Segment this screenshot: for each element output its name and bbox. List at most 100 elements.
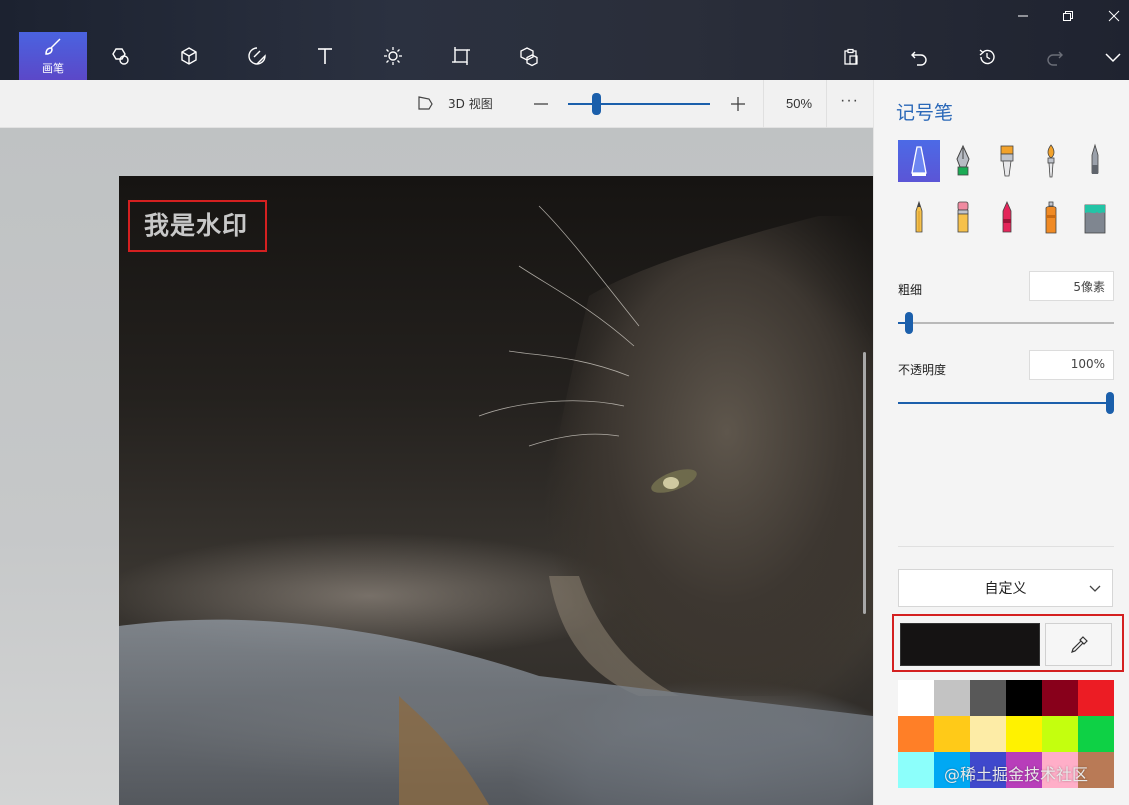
color-swatch[interactable]: [898, 716, 934, 752]
tool-brushes[interactable]: 画笔: [19, 32, 87, 80]
canvas-scrollbar[interactable]: [863, 352, 866, 614]
color-swatch[interactable]: [1078, 716, 1114, 752]
expand-menu-button[interactable]: [1099, 44, 1127, 70]
thickness-slider-thumb[interactable]: [904, 312, 913, 334]
watermark-text[interactable]: 我是水印: [144, 206, 248, 242]
color-swatch[interactable]: [1006, 716, 1042, 752]
paste-button[interactable]: [837, 44, 865, 70]
color-swatch[interactable]: [1042, 716, 1078, 752]
view-toolbar: 3D 视图 50% ···: [0, 80, 873, 128]
color-swatch[interactable]: [898, 752, 934, 788]
brush-pencil[interactable]: [898, 196, 940, 238]
watercolor-icon: [1047, 144, 1055, 178]
brush-oil[interactable]: [986, 140, 1028, 182]
color-swatch[interactable]: [1078, 680, 1114, 716]
thickness-input[interactable]: 5像素: [1029, 271, 1114, 301]
effects-sun-icon: [384, 47, 402, 65]
brush-calligraphy-pen[interactable]: [942, 140, 984, 182]
zoom-slider-track[interactable]: [568, 103, 710, 105]
minimize-button[interactable]: [1008, 5, 1038, 27]
divider: [763, 80, 764, 128]
panel-title: 记号笔: [896, 102, 954, 124]
crop-canvas-icon: [452, 47, 470, 65]
brush-fill[interactable]: [1074, 196, 1116, 238]
sticker-icon: [248, 47, 266, 65]
brush-watercolor[interactable]: [1030, 140, 1072, 182]
color-mode-dropdown[interactable]: 自定义: [898, 569, 1113, 607]
brush-eraser[interactable]: [942, 196, 984, 238]
opacity-input[interactable]: 100%: [1029, 350, 1114, 380]
undo-icon: [911, 51, 927, 66]
brush-icon: [45, 38, 61, 55]
plus-icon: [731, 97, 745, 111]
close-button[interactable]: [1099, 5, 1129, 27]
oil-brush-icon: [1000, 145, 1014, 177]
calligraphy-pen-icon: [956, 144, 970, 176]
thickness-label: 粗细: [898, 283, 923, 297]
3d-cube-icon: [181, 47, 197, 65]
restore-button[interactable]: [1053, 5, 1083, 27]
color-mode-label: 自定义: [984, 581, 1027, 597]
paint3d-window: 画笔 3D 视图 50% ··· 我是水印 记号笔 粗细 5像素 不透明度 10…: [0, 0, 1129, 805]
pencil-icon: [915, 200, 923, 233]
tool-2d-shapes[interactable]: [87, 32, 155, 80]
tool-stickers[interactable]: [223, 32, 291, 80]
history-button[interactable]: [973, 44, 1001, 70]
view-3d-icon: [418, 96, 433, 110]
3d-library-icon: [520, 47, 538, 67]
brush-spray-can[interactable]: [1030, 196, 1072, 238]
color-swatch[interactable]: [934, 680, 970, 716]
undo-button[interactable]: [905, 44, 933, 70]
zoom-out-button[interactable]: [530, 92, 552, 116]
more-options-button[interactable]: ···: [840, 92, 859, 110]
pixel-pen-icon: [1091, 143, 1099, 174]
current-color-swatch[interactable]: [900, 623, 1040, 666]
minimize-icon: [1018, 15, 1028, 17]
tool-canvas[interactable]: [427, 32, 495, 80]
close-icon: [1108, 10, 1120, 22]
zoom-slider-thumb[interactable]: [592, 93, 602, 115]
site-watermark: @稀土掘金技术社区: [944, 765, 1089, 784]
paste-icon: [844, 48, 858, 65]
eyedropper-icon: [1070, 635, 1088, 653]
eyedropper-button[interactable]: [1045, 623, 1112, 666]
color-swatch[interactable]: [970, 716, 1006, 752]
crayon-icon: [1002, 201, 1012, 233]
tool-text[interactable]: [291, 32, 359, 80]
top-toolbar: 画笔: [0, 0, 1129, 80]
zoom-in-button[interactable]: [727, 92, 749, 116]
restore-icon: [1063, 11, 1073, 21]
tool-brushes-label: 画笔: [42, 62, 64, 75]
fill-bucket-icon: [1084, 204, 1106, 234]
eraser-icon: [957, 201, 969, 233]
cat-image: [119, 205, 873, 805]
color-swatch[interactable]: [1042, 680, 1078, 716]
thickness-slider-track[interactable]: [898, 322, 1114, 324]
2d-shapes-icon: [112, 48, 129, 65]
expand-chevron-icon: [1105, 53, 1121, 63]
cat-photo-canvas[interactable]: [119, 176, 873, 805]
color-swatch[interactable]: [898, 680, 934, 716]
redo-button[interactable]: [1041, 44, 1069, 70]
chevron-down-icon: [1089, 585, 1101, 592]
view-3d-button[interactable]: 3D 视图: [416, 94, 493, 112]
view-3d-label: 3D 视图: [448, 96, 493, 111]
divider: [898, 546, 1114, 547]
text-icon: [318, 48, 332, 64]
marker-icon: [911, 146, 927, 176]
tool-3d-library[interactable]: [495, 32, 563, 80]
color-swatch[interactable]: [970, 680, 1006, 716]
brush-pixel-pen[interactable]: [1074, 140, 1116, 182]
color-swatch[interactable]: [934, 716, 970, 752]
opacity-slider-fill: [898, 402, 1114, 404]
tool-3d-shapes[interactable]: [155, 32, 223, 80]
tool-effects[interactable]: [359, 32, 427, 80]
brush-panel: 记号笔 粗细 5像素 不透明度 100% 自定义: [873, 80, 1129, 805]
minus-icon: [534, 103, 548, 105]
brush-crayon[interactable]: [986, 196, 1028, 238]
zoom-percent[interactable]: 50%: [786, 96, 812, 111]
opacity-slider-thumb[interactable]: [1106, 392, 1114, 414]
history-icon: [979, 49, 995, 65]
color-swatch[interactable]: [1006, 680, 1042, 716]
brush-marker[interactable]: [898, 140, 940, 182]
